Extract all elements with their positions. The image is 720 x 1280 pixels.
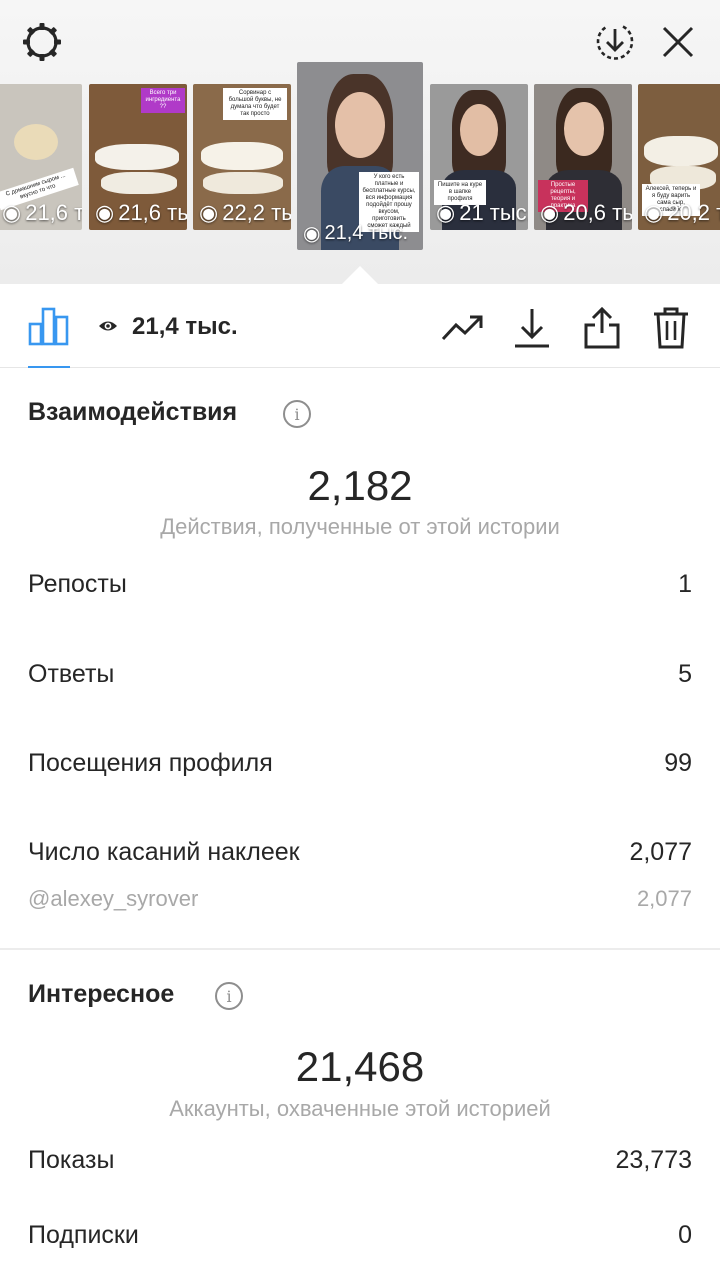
- stat-label: Ответы: [28, 660, 115, 688]
- story-thumbnail[interactable]: Алексей, теперь и я буду варить сама сыр…: [638, 84, 720, 230]
- views-count: 21,4 тыс.: [132, 313, 238, 340]
- story-thumbnail[interactable]: Пишите на куре в шапке профиля ◉ 21 тыс.: [430, 84, 528, 230]
- eye-icon: ◉: [199, 200, 219, 225]
- story-views: ◉ 21,4 тыс.: [303, 222, 409, 245]
- download-circle-icon: [596, 25, 634, 60]
- insights-tab[interactable]: [28, 306, 70, 346]
- delete-button[interactable]: [649, 306, 693, 350]
- stat-label: Посещения профиля: [28, 749, 273, 777]
- stat-value: 23,773: [615, 1146, 692, 1174]
- stat-label: Подписки: [28, 1221, 139, 1249]
- story-thumbnail-active[interactable]: У кого есть платные и бесплатные курсы, …: [297, 62, 423, 250]
- story-caption: Сорвинар с большой буквы, не думала что …: [223, 88, 287, 120]
- story-thumbnail[interactable]: Сорвинар с большой буквы, не думала что …: [193, 84, 291, 230]
- eye-icon: [99, 321, 117, 331]
- eye-icon: ◉: [95, 200, 115, 225]
- stat-label: Репосты: [28, 570, 127, 598]
- info-icon[interactable]: i: [283, 400, 311, 428]
- sticker-taps-value: 2,077: [636, 886, 692, 911]
- section-divider: [0, 948, 720, 950]
- gear-icon: [23, 23, 61, 61]
- discovery-caption: Аккаунты, охваченные этой историей: [169, 1096, 551, 1121]
- story-toolbar: 21,4 тыс.: [0, 284, 720, 368]
- eye-icon: ◉: [644, 200, 664, 225]
- stat-row-replies: Ответы 5: [28, 660, 692, 689]
- story-thumbnail[interactable]: Всего три ингредиента ?? ◉21,6 тыс.: [89, 84, 187, 230]
- stat-row-profile-visits: Посещения профиля 99: [28, 749, 692, 778]
- story-thumbnails: С домашним сыром ... вкусно то что ◉ 21,6…: [0, 62, 720, 252]
- stat-value: 0: [678, 1221, 692, 1249]
- settings-button[interactable]: [18, 20, 66, 64]
- interactions-title: Взаимодействия: [28, 398, 238, 426]
- download-icon: [515, 309, 549, 348]
- download-button[interactable]: [510, 306, 554, 350]
- story-views: ◉22,2 тыс.: [199, 200, 291, 225]
- bar-chart-icon: [28, 307, 69, 346]
- sticker-mention: @alexey_syrover: [28, 886, 199, 911]
- stat-row-sticker-account: @alexey_syrover 2,077: [28, 886, 692, 912]
- stories-strip-area: С домашним сыром ... вкусно то что ◉ 21,6…: [0, 0, 720, 284]
- stat-value: 99: [664, 749, 692, 777]
- story-thumbnail[interactable]: Простые рецепты, теория и практика ◉ 20,6…: [534, 84, 632, 230]
- eye-icon: ◉: [2, 200, 22, 225]
- tab-underline: [28, 366, 70, 368]
- close-button[interactable]: [656, 20, 700, 64]
- story-caption: Всего три ингредиента ??: [141, 88, 185, 113]
- stat-row-follows: Подписки 0: [28, 1221, 692, 1250]
- active-story-pointer: [342, 266, 378, 284]
- stat-label: Показы: [28, 1146, 115, 1174]
- eye-icon: ◉: [540, 200, 560, 225]
- stat-row-sticker-taps: Число касаний наклеек 2,077: [28, 838, 692, 867]
- share-button[interactable]: [580, 306, 624, 350]
- info-icon[interactable]: i: [215, 982, 243, 1010]
- stat-label: Число касаний наклеек: [28, 838, 300, 866]
- eye-icon: ◉: [436, 200, 456, 225]
- promote-button[interactable]: [441, 306, 485, 350]
- save-story-button[interactable]: [592, 20, 638, 64]
- discovery-total: 21,468: [295, 1043, 425, 1090]
- interactions-total: 2,182: [307, 462, 413, 509]
- stat-value: 5: [678, 660, 692, 688]
- stat-row-reposts: Репосты 1: [28, 570, 692, 599]
- story-views: ◉20,2 тыс.: [644, 200, 720, 225]
- story-thumbnail[interactable]: С домашним сыром ... вкусно то что ◉ 21,6…: [0, 84, 82, 230]
- interactions-caption: Действия, полученные от этой истории: [160, 514, 560, 539]
- stat-value: 1: [678, 570, 692, 598]
- story-views: ◉ 21 тыс.: [436, 200, 528, 225]
- trash-icon: [654, 307, 688, 349]
- story-views: ◉20,6 тыс.: [540, 200, 632, 225]
- discovery-title: Интересное: [28, 980, 175, 1008]
- stat-value: 2,077: [629, 838, 692, 866]
- story-views: ◉21,6 тыс.: [95, 200, 187, 225]
- eye-icon: ◉: [303, 223, 321, 245]
- story-views: ◉21,6 тыс.: [2, 200, 82, 225]
- close-icon: [662, 26, 694, 58]
- share-icon: [584, 306, 620, 349]
- trend-icon: [441, 315, 483, 341]
- stat-row-impressions: Показы 23,773: [28, 1146, 692, 1175]
